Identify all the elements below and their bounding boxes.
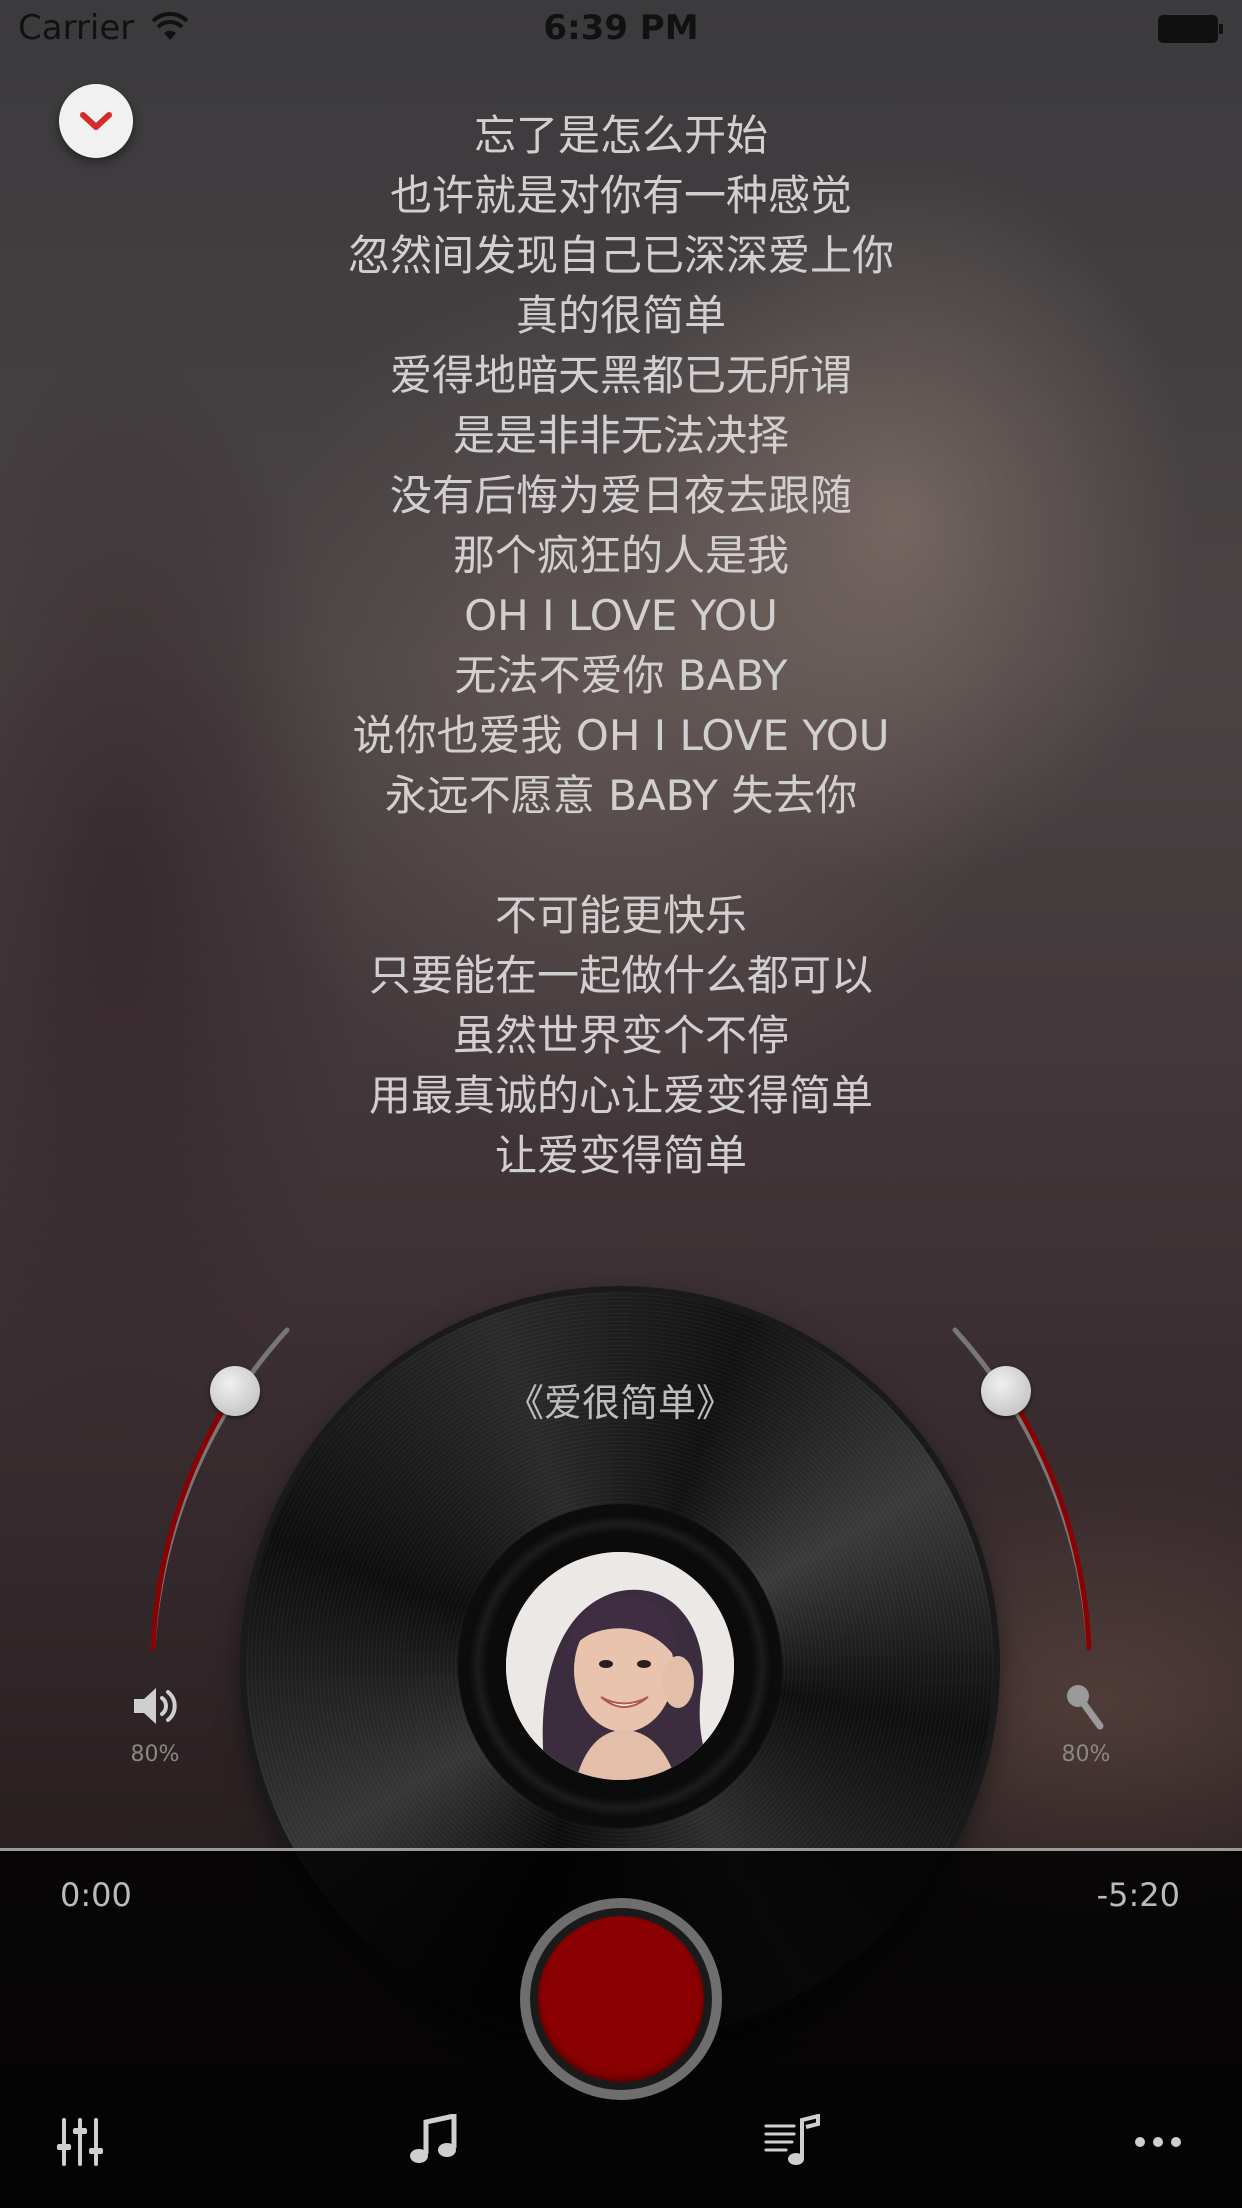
lyric-line: 永远不愿意 BABY 失去你 (384, 771, 858, 820)
mic-percent: 80% (1061, 1742, 1111, 1767)
more-icon[interactable] (1130, 2114, 1190, 2170)
lyric-line: 也许就是对你有一种感觉 (389, 171, 852, 220)
player-screen: Carrier 6:39 PM 忘了是怎么开始 也许就是对你有一种感觉 忽然间发… (0, 0, 1242, 2208)
equalizer-icon[interactable] (50, 2114, 110, 2170)
lyric-line: 虽然世界变个不停 (452, 1011, 789, 1060)
lyric-line: 无法不爱你 BABY (454, 651, 788, 700)
lyric-line: 爱得地暗天黑都已无所谓 (389, 351, 852, 400)
status-time: 6:39 PM (543, 8, 699, 48)
lyric-line: 没有后悔为爱日夜去跟随 (389, 471, 852, 520)
speaker-icon[interactable] (130, 1680, 182, 1732)
status-bar: Carrier 6:39 PM (0, 0, 1242, 60)
album-portrait (506, 1552, 734, 1780)
lyric-line: 只要能在一起做什么都可以 (368, 951, 873, 1000)
lyric-line: 不可能更快乐 (494, 891, 747, 940)
microphone-icon[interactable] (1058, 1680, 1110, 1732)
battery-icon (1158, 15, 1223, 43)
song-title: 《爱很简单》 (505, 1381, 734, 1425)
lyric-line: 那个疯狂的人是我 (452, 531, 789, 580)
volume-arc-fill (150, 1387, 238, 1651)
volume-percent: 80% (130, 1742, 180, 1767)
remaining-time: -5:20 (1096, 1876, 1180, 1914)
lyric-line: 说你也爱我 OH I LOVE YOU (352, 711, 890, 760)
record-button-core (538, 1916, 704, 2082)
lyric-line: 是是非非无法决择 (452, 411, 789, 460)
mic-slider-knob[interactable] (981, 1366, 1031, 1416)
lyric-line: 用最真诚的心让爱变得简单 (368, 1071, 873, 1120)
lyric-line-spacer (0, 826, 1242, 886)
mic-arc-fill (1004, 1387, 1092, 1651)
record-button[interactable] (520, 1898, 722, 2100)
album-art (506, 1552, 734, 1780)
lyric-line: OH I LOVE YOU (464, 591, 778, 640)
playlist-icon[interactable] (762, 2114, 822, 2170)
volume-slider-knob[interactable] (210, 1366, 260, 1416)
lyrics-view[interactable]: 忘了是怎么开始 也许就是对你有一种感觉 忽然间发现自己已深深爱上你 真的很简单 … (0, 106, 1242, 1186)
elapsed-time: 0:00 (60, 1876, 132, 1914)
music-note-icon[interactable] (404, 2114, 464, 2170)
lyric-line: 忽然间发现自己已深深爱上你 (347, 231, 894, 280)
lyric-line: 真的很简单 (515, 291, 726, 340)
lyric-line: 忘了是怎么开始 (473, 111, 768, 160)
lyric-line: 让爱变得简单 (494, 1131, 747, 1180)
progress-bar[interactable] (0, 1848, 1242, 1851)
